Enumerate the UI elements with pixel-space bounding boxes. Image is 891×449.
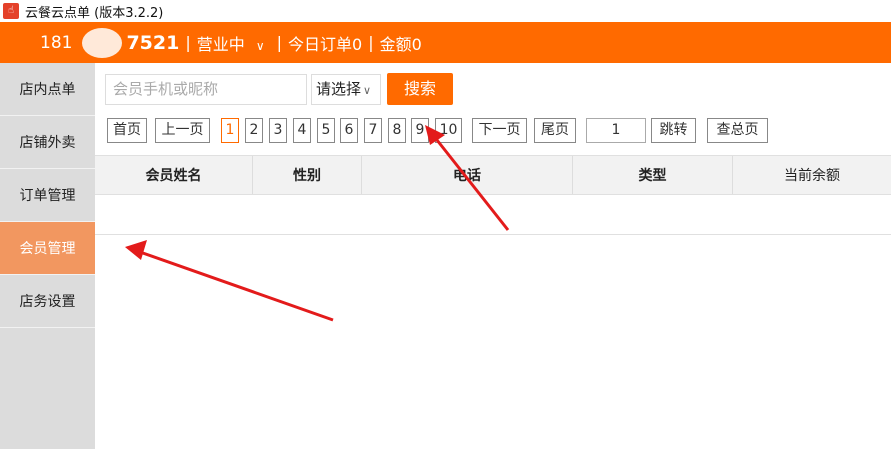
page-button[interactable]: 6: [340, 118, 358, 143]
avatar: [82, 27, 123, 58]
chevron-down-icon: ∨: [363, 84, 372, 97]
column-header: 性别: [253, 156, 362, 194]
today-orders: 今日订单0: [288, 34, 363, 54]
status-label: 营业中: [196, 34, 245, 54]
separator: |: [276, 33, 283, 52]
chevron-down-icon: ∨: [255, 38, 265, 53]
page-button[interactable]: 2: [245, 118, 263, 143]
phone-prefix: 181: [40, 32, 73, 53]
select-value: 请选择: [316, 80, 362, 98]
sidebar-item-takeout[interactable]: 店铺外卖: [0, 116, 95, 169]
table-header: 会员姓名 性别 电话 类型 当前余额: [95, 155, 891, 195]
page-button[interactable]: 5: [317, 118, 335, 143]
column-header: 类型: [573, 156, 733, 194]
page-button[interactable]: 4: [293, 118, 311, 143]
column-header: 电话: [362, 156, 573, 194]
next-page-button[interactable]: 下一页: [472, 118, 527, 143]
phone-suffix: 7521: [126, 31, 180, 54]
page-button[interactable]: 9: [411, 118, 429, 143]
search-input[interactable]: 会员手机或昵称: [105, 74, 307, 105]
separator: |: [368, 33, 374, 52]
page-button[interactable]: 10: [435, 118, 462, 143]
separator: |: [185, 33, 191, 52]
red-arrow: [125, 240, 334, 322]
column-header: 会员姓名: [95, 156, 253, 194]
page-button[interactable]: 7: [364, 118, 382, 143]
page-button[interactable]: 3: [269, 118, 287, 143]
sidebar-item-settings[interactable]: 店务设置: [0, 275, 95, 328]
sidebar-item-orders[interactable]: 订单管理: [0, 169, 95, 222]
prev-page-button[interactable]: 上一页: [155, 118, 210, 143]
jump-page-input[interactable]: 1: [586, 118, 646, 143]
search-button[interactable]: 搜索: [387, 73, 453, 105]
title-bar: ☝ 云餐云点单 (版本3.2.2): [0, 0, 891, 22]
sidebar: 店内点单 店铺外卖 订单管理 会员管理 店务设置: [0, 63, 95, 449]
type-select[interactable]: 请选择 ∨: [311, 74, 381, 105]
jump-button[interactable]: 跳转: [651, 118, 696, 143]
window-title: 云餐云点单 (版本3.2.2): [25, 5, 164, 21]
column-header: 当前余额: [784, 168, 840, 184]
sidebar-item-dine-in[interactable]: 店内点单: [0, 63, 95, 116]
status-dropdown[interactable]: 营业中 ∨: [197, 31, 271, 55]
app-icon: ☝: [3, 3, 19, 19]
total-pages-button[interactable]: 查总页: [707, 118, 768, 143]
first-page-button[interactable]: 首页: [107, 118, 147, 143]
page-button[interactable]: 1: [221, 118, 239, 143]
annotation-arrows: [125, 125, 510, 322]
empty-row: [95, 234, 891, 235]
page-button[interactable]: 8: [388, 118, 406, 143]
top-bar: 181 7521 | 营业中 ∨ | 今日订单0 | 金额0: [0, 22, 891, 63]
last-page-button[interactable]: 尾页: [534, 118, 576, 143]
sidebar-item-members[interactable]: 会员管理: [0, 222, 95, 275]
amount: 金额0: [379, 34, 422, 54]
